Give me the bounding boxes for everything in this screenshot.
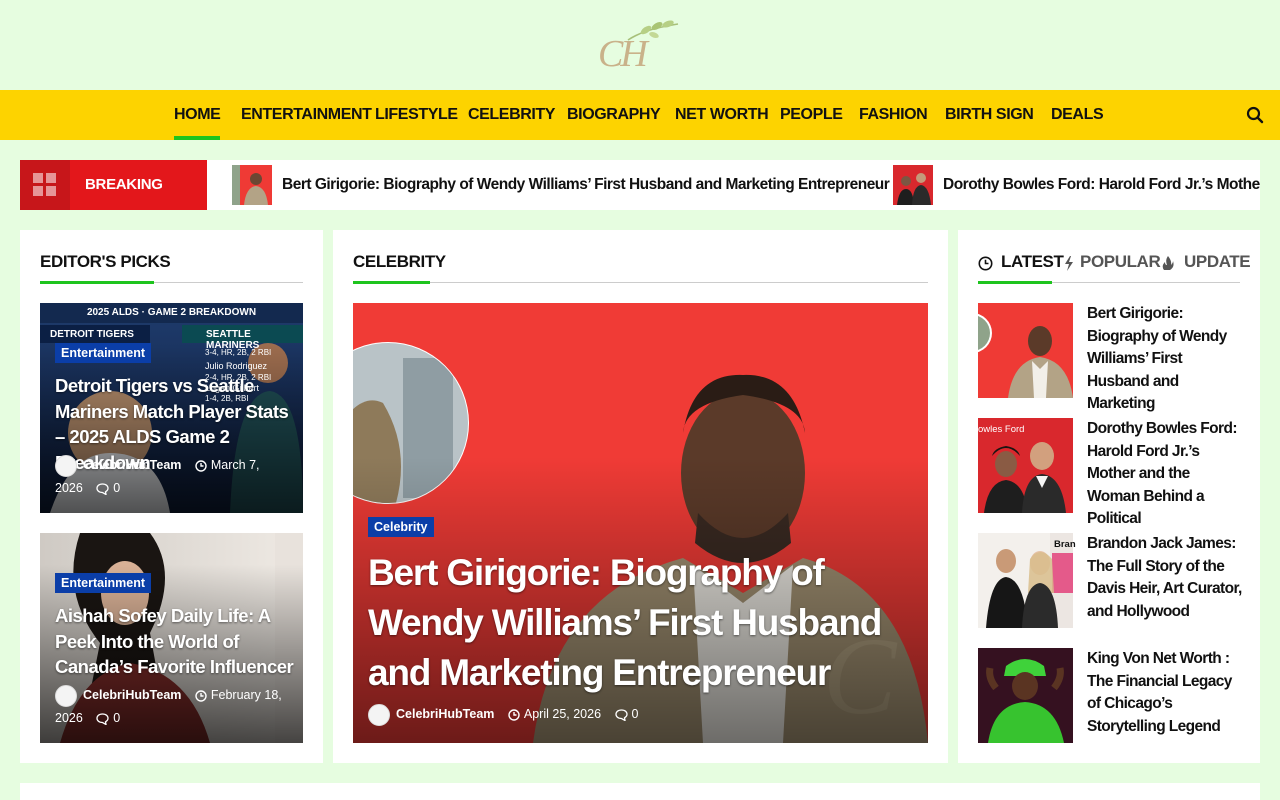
image-caption: 2025 ALDS · GAME 2 BREAKDOWN	[86, 307, 257, 318]
search-icon[interactable]	[1246, 106, 1264, 124]
author-name[interactable]: CelebriHubTeam	[83, 458, 181, 472]
card-meta: CelebriHubTeam March 7, 2026 0	[55, 454, 295, 500]
post-date-year[interactable]: 2026	[55, 711, 83, 725]
card-meta: CelebriHubTeam February 18, 2026 0	[55, 684, 295, 730]
nav-fashion[interactable]: FASHION	[859, 90, 928, 140]
grid-icon	[20, 160, 70, 210]
latest-title[interactable]: Dorothy Bowles Ford: Harold Ford Jr.’s M…	[1087, 418, 1245, 531]
fire-icon	[1162, 256, 1174, 270]
thumbnail-caption: owles Ford	[978, 424, 1025, 435]
nav-net-worth[interactable]: NET WORTH	[675, 90, 769, 140]
tab-popular[interactable]: POPULAR	[1080, 252, 1161, 272]
main-nav: HOME ENTERTAINMENT LIFESTYLE CELEBRITY B…	[0, 90, 1280, 140]
clock-icon	[978, 256, 993, 271]
logo-text: CH	[598, 33, 648, 75]
tab-underline	[978, 281, 1052, 284]
clock-icon	[195, 460, 207, 472]
breaking-news-bar: BREAKING NEWS Bert Girigorie: Biography …	[20, 160, 1260, 210]
latest-thumbnail[interactable]	[978, 648, 1073, 743]
editors-card[interactable]: Entertainment Aishah Sofey Daily Life: A…	[40, 533, 303, 743]
clock-icon	[195, 690, 207, 702]
post-date[interactable]: March 7,	[211, 458, 260, 472]
editors-picks-panel: EDITOR'S PICKS 2025 ALDS · GAME 2 BREAKD…	[20, 230, 323, 763]
nav-biography[interactable]: BIOGRAPHY	[567, 90, 661, 140]
image-caption: 3-4, HR, 2B, 2 RBI	[205, 348, 272, 357]
author-avatar	[55, 684, 77, 707]
category-badge[interactable]: Entertainment	[55, 573, 152, 593]
thumbnail-caption: Bran	[1054, 539, 1076, 550]
author-avatar	[368, 703, 390, 726]
ticker-headline[interactable]: Dorothy Bowles Ford: Harold Ford Jr.’s M…	[943, 160, 1260, 210]
nav-entertainment[interactable]: ENTERTAINMENT	[241, 90, 372, 140]
featured-title[interactable]: Bert Girigorie: Biography of Wendy Willi…	[368, 548, 913, 698]
category-badge[interactable]: Entertainment	[55, 343, 152, 363]
nav-home[interactable]: HOME	[174, 90, 221, 140]
latest-title[interactable]: Brandon Jack James: The Full Story of th…	[1087, 533, 1245, 623]
latest-title[interactable]: King Von Net Worth : The Financial Legac…	[1087, 648, 1245, 738]
nav-people[interactable]: PEOPLE	[780, 90, 843, 140]
latest-item[interactable]: King Von Net Worth : The Financial Legac…	[978, 648, 1240, 743]
latest-item[interactable]: owles Ford Dorothy Bowles Ford: Harold F…	[978, 418, 1240, 527]
comment-icon	[96, 483, 109, 495]
featured-card[interactable]: C Celebrity Bert Girigorie: Biography of…	[353, 303, 928, 743]
tab-latest[interactable]: LATEST	[1001, 252, 1064, 272]
clock-icon	[508, 709, 520, 721]
ticker-thumbnail[interactable]	[893, 165, 933, 205]
section-underline	[40, 281, 154, 284]
comment-icon	[96, 713, 109, 725]
site-logo[interactable]: CH	[596, 18, 686, 75]
post-date[interactable]: February 18,	[211, 688, 282, 702]
divider	[353, 282, 928, 283]
comment-icon	[614, 709, 628, 721]
nav-celebrity[interactable]: CELEBRITY	[468, 90, 555, 140]
author-name[interactable]: CelebriHubTeam	[83, 688, 181, 702]
author-name[interactable]: CelebriHubTeam	[396, 707, 494, 721]
breaking-news-label: BREAKING NEWS	[20, 160, 207, 210]
category-badge[interactable]: Celebrity	[368, 517, 434, 537]
latest-title[interactable]: Bert Girigorie: Biography of Wendy Willi…	[1087, 303, 1245, 416]
next-section-panel	[20, 783, 1260, 800]
bolt-icon	[1065, 256, 1073, 271]
ticker-headline[interactable]: Bert Girigorie: Biography of Wendy Willi…	[282, 160, 890, 210]
header: CH	[0, 0, 1280, 90]
image-caption: DETROIT TIGERS	[50, 329, 134, 340]
post-date-year[interactable]: 2026	[55, 481, 83, 495]
sidebar-panel: LATEST POPULAR UPDATE Bert Girigorie: Bi…	[958, 230, 1260, 763]
latest-item[interactable]: Bran Brandon Jack James: The Full Story …	[978, 533, 1242, 628]
post-date[interactable]: April 25, 2026	[524, 707, 601, 721]
section-title: EDITOR'S PICKS	[40, 252, 171, 271]
featured-meta: CelebriHubTeam April 25, 2026 0	[368, 703, 913, 726]
comment-count[interactable]: 0	[113, 481, 120, 495]
latest-thumbnail[interactable]	[978, 303, 1073, 398]
latest-item[interactable]: Bert Girigorie: Biography of Wendy Willi…	[978, 303, 1240, 412]
section-title: CELEBRITY	[353, 252, 446, 271]
nav-birth-sign[interactable]: BIRTH SIGN	[945, 90, 1034, 140]
ticker-thumbnail[interactable]	[232, 165, 272, 205]
comment-count[interactable]: 0	[113, 711, 120, 725]
author-avatar	[55, 454, 77, 477]
editors-card[interactable]: 2025 ALDS · GAME 2 BREAKDOWN DETROIT TIG…	[40, 303, 303, 513]
nav-deals[interactable]: DEALS	[1051, 90, 1104, 140]
celebrity-panel: CELEBRITY C Celebrity	[333, 230, 948, 763]
image-caption: Julio Rodriguez	[205, 361, 268, 371]
section-underline	[353, 281, 430, 284]
breaking-news-text: BREAKING NEWS	[85, 176, 163, 193]
tab-update[interactable]: UPDATE	[1184, 252, 1251, 272]
nav-lifestyle[interactable]: LIFESTYLE	[375, 90, 458, 140]
comment-count[interactable]: 0	[632, 707, 639, 721]
card-title[interactable]: Aishah Sofey Daily Life: A Peek Into the…	[55, 603, 295, 680]
